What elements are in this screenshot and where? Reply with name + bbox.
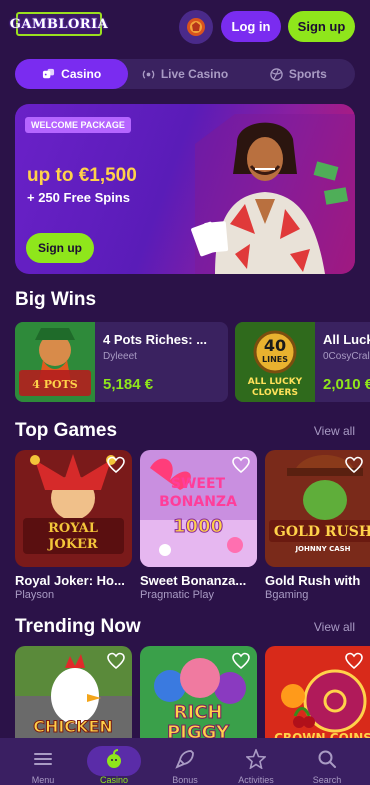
nav-casino[interactable]: Casino — [84, 738, 144, 785]
big-win-card[interactable]: 40 LINES ALL LUCKY CLOVERS All Luck 0Cos… — [235, 322, 370, 402]
rocket-icon — [175, 750, 194, 769]
banner-character-illustration — [191, 114, 355, 274]
game-name: Royal Joker: Ho... — [15, 573, 125, 588]
favorite-heart-icon[interactable] — [345, 456, 363, 474]
tab-live-casino-label: Live Casino — [160, 67, 229, 81]
game-thumbnail: ROYAL JOKER — [15, 450, 132, 567]
svg-text:ALL LUCKY: ALL LUCKY — [248, 377, 303, 387]
category-tabs: Casino Live Casino Sports — [15, 59, 355, 89]
signup-button[interactable]: Sign up — [288, 11, 355, 42]
nav-activities[interactable]: Activities — [226, 738, 286, 785]
svg-text:JOKER: JOKER — [47, 537, 98, 552]
nav-menu-label: Menu — [31, 775, 55, 785]
svg-text:CHICKEN: CHICKEN — [33, 717, 113, 736]
tab-sports-label: Sports — [288, 67, 327, 81]
bonus-badge-icon — [187, 18, 205, 36]
activities-icon — [246, 749, 266, 769]
game-provider: Pragmatic Play — [140, 589, 214, 601]
game-card[interactable]: SWEET BONANZA 1000 Sweet Bonanza... Prag… — [140, 450, 257, 601]
favorite-heart-icon[interactable] — [107, 456, 125, 474]
trending-now-title: Trending Now — [15, 616, 141, 637]
favorite-heart-icon[interactable] — [345, 652, 363, 670]
dice-icon — [43, 68, 55, 78]
nav-search-label: Search — [312, 775, 342, 785]
nav-activities-label: Activities — [238, 775, 274, 785]
win-amount: 5,184 € — [103, 376, 154, 393]
big-win-card[interactable]: 4 POTS 4 Pots Riches: ... Dyleeet 5,184 … — [15, 322, 228, 402]
favorite-heart-icon[interactable] — [232, 456, 250, 474]
svg-text:GOLD RUSH: GOLD RUSH — [274, 524, 370, 540]
bottom-navigation: Menu Casino Bonus Activities Search — [0, 738, 370, 785]
game-name: Gold Rush with — [265, 573, 361, 588]
game-provider: Bgaming — [265, 589, 309, 601]
welcome-package-badge: WELCOME PACKAGE — [25, 117, 131, 133]
nav-menu[interactable]: Menu — [13, 738, 73, 785]
win-amount: 2,010 € — [323, 376, 370, 393]
live-icon — [142, 69, 155, 79]
top-games-view-all-link[interactable]: View all — [314, 424, 355, 438]
win-game-name: All Luck — [323, 332, 370, 347]
tab-casino-label: Casino — [61, 67, 102, 81]
win-game-thumbnail: 40 LINES ALL LUCKY CLOVERS — [235, 322, 315, 402]
top-games-title: Top Games — [15, 420, 118, 441]
win-game-name: 4 Pots Riches: ... — [103, 332, 208, 347]
svg-text:LINES: LINES — [262, 355, 288, 364]
svg-text:CLOVERS: CLOVERS — [252, 388, 298, 398]
tab-live-casino[interactable]: Live Casino — [128, 59, 241, 89]
win-username: 0CosyCral — [323, 351, 370, 362]
nav-bonus[interactable]: Bonus — [155, 738, 215, 785]
svg-text:BONANZA: BONANZA — [159, 494, 237, 510]
nav-casino-label: Casino — [99, 775, 128, 785]
tab-sports[interactable]: Sports — [242, 59, 355, 89]
bonus-badge-button[interactable] — [179, 10, 213, 44]
casino-apple-icon — [107, 749, 121, 768]
game-card[interactable]: ROYAL JOKER Royal Joker: Ho... Playson — [15, 450, 132, 601]
banner-signup-button[interactable]: Sign up — [26, 233, 94, 263]
svg-text:RICH: RICH — [174, 702, 223, 723]
welcome-banner[interactable]: WELCOME PACKAGE up to €1,500 + 250 Free … — [15, 104, 355, 274]
game-thumbnail: GOLD RUSH JOHNNY CASH — [265, 450, 370, 567]
game-card[interactable]: GOLD RUSH JOHNNY CASH Gold Rush with Bga… — [265, 450, 370, 601]
top-header: GAMBLORIA Log in Sign up — [0, 0, 370, 52]
svg-text:4 POTS: 4 POTS — [32, 378, 78, 391]
menu-icon — [34, 753, 52, 765]
search-icon — [318, 750, 336, 768]
game-provider: Playson — [15, 589, 55, 601]
nav-bonus-label: Bonus — [172, 775, 198, 785]
game-name: Sweet Bonanza... — [140, 573, 247, 588]
nav-search[interactable]: Search — [297, 738, 357, 785]
svg-text:1000: 1000 — [173, 516, 223, 537]
favorite-heart-icon[interactable] — [232, 652, 250, 670]
login-button[interactable]: Log in — [221, 11, 281, 42]
banner-title: up to €1,500 — [27, 165, 137, 186]
trending-view-all-link[interactable]: View all — [314, 620, 355, 634]
svg-text:SWEET: SWEET — [171, 476, 226, 492]
win-username: Dyleeet — [103, 351, 137, 362]
svg-text:JOHNNY CASH: JOHNNY CASH — [294, 545, 350, 553]
svg-text:ROYAL: ROYAL — [48, 521, 98, 536]
svg-text:40: 40 — [264, 336, 286, 355]
game-thumbnail: SWEET BONANZA 1000 — [140, 450, 257, 567]
gambloria-logo[interactable]: GAMBLORIA — [10, 12, 108, 36]
win-game-thumbnail: 4 POTS — [15, 322, 95, 402]
tab-casino[interactable]: Casino — [15, 59, 129, 89]
banner-subtitle: + 250 Free Spins — [27, 190, 130, 205]
big-wins-title: Big Wins — [15, 289, 97, 310]
favorite-heart-icon[interactable] — [107, 652, 125, 670]
ball-icon — [270, 67, 283, 81]
